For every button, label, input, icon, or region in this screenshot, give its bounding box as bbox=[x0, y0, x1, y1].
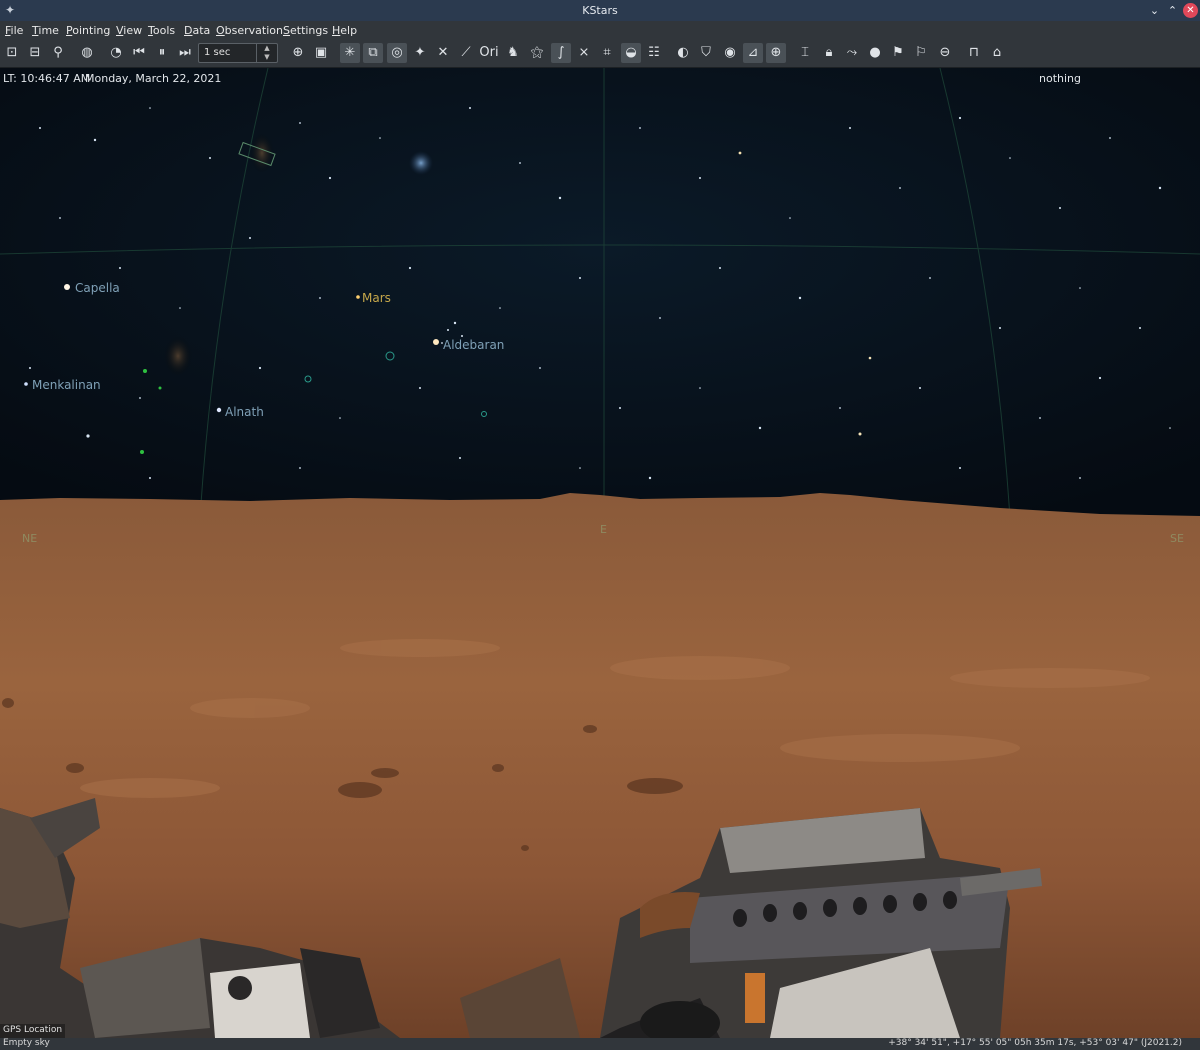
horizon-icon[interactable]: ⌗ bbox=[597, 43, 617, 63]
minimize-icon[interactable]: ⌄ bbox=[1147, 3, 1162, 18]
flags-icon[interactable]: ◐ bbox=[673, 43, 693, 63]
zoom-in-icon[interactable]: ⊡ bbox=[2, 43, 22, 63]
circle-icon[interactable]: ● bbox=[865, 43, 885, 63]
alnath-star[interactable] bbox=[216, 407, 222, 413]
crosshair-icon[interactable]: ⊕ bbox=[766, 43, 786, 63]
label-aldebaran[interactable]: Aldebaran bbox=[443, 338, 504, 352]
menu-pointing[interactable]: Pointing bbox=[66, 24, 110, 37]
pause-icon[interactable]: ⏸ bbox=[152, 43, 172, 63]
menu-time[interactable]: Time bbox=[32, 24, 59, 37]
sky-background bbox=[0, 68, 1200, 518]
mars-planet[interactable] bbox=[356, 295, 360, 299]
label-mars[interactable]: Mars bbox=[362, 291, 391, 305]
time-step-value: 1 sec bbox=[204, 47, 231, 58]
window-title: KStars bbox=[582, 4, 618, 17]
globe-icon[interactable]: ◍ bbox=[77, 43, 97, 63]
equatorial-grid-icon[interactable]: ⚝ bbox=[527, 43, 547, 63]
supernovae-icon[interactable]: ☷ bbox=[644, 43, 664, 63]
scope-mount-icon[interactable]: ⊓ bbox=[964, 43, 984, 63]
constellation-toggle-icon[interactable]: ◎ bbox=[387, 43, 407, 63]
solar-system-icon[interactable]: ✦ bbox=[410, 43, 430, 63]
find-object-icon[interactable]: ⚲ bbox=[48, 43, 68, 63]
status-bar: Empty sky +38° 34' 51", +17° 55' 05" 05h… bbox=[0, 1038, 1200, 1050]
flag-alt-icon[interactable]: ⚐ bbox=[911, 43, 931, 63]
time-step-spinbox[interactable]: 1 sec ▲ ▼ bbox=[198, 43, 278, 63]
label-alnath[interactable]: Alnath bbox=[225, 405, 264, 419]
stars-toggle-icon[interactable]: ✳ bbox=[340, 43, 360, 63]
telescope-icon[interactable]: ⌶ bbox=[795, 43, 815, 63]
focus-object: nothing bbox=[1039, 72, 1081, 85]
zoom-out-icon[interactable]: ⊟ bbox=[25, 43, 45, 63]
status-coordinates: +38° 34' 51", +17° 55' 05" 05h 35m 17s, … bbox=[888, 1038, 1182, 1048]
menu-observation[interactable]: Observation bbox=[216, 24, 283, 37]
deep-sky-toggle-icon[interactable]: ⧉ bbox=[363, 43, 383, 63]
compass-e: E bbox=[600, 523, 607, 536]
image-icon[interactable]: ▣ bbox=[311, 43, 331, 63]
spinbox-arrows-icon[interactable]: ▲ ▼ bbox=[256, 44, 277, 62]
step-back-icon[interactable]: ⏮ bbox=[129, 43, 149, 63]
menu-bar: File Time Pointing View Tools Data Obser… bbox=[0, 21, 1200, 39]
sky-map[interactable]: LT: 10:46:47 AM Monday, March 22, 2021 n… bbox=[0, 68, 1200, 1038]
main-toolbar: ⊡ ⊟ ⚲ ◍ ◔ ⏮ ⏸ ⏭ ⊕ ▣ ✳ ⧉ ◎ ✦ ✕ ⟋ Ori ♞ ⚝ … bbox=[0, 39, 1200, 68]
aldebaran-star[interactable] bbox=[433, 339, 439, 345]
sky-canvas[interactable] bbox=[0, 68, 1200, 1038]
menu-view[interactable]: View bbox=[116, 24, 142, 37]
lock-icon[interactable]: 🔒︎ bbox=[819, 43, 839, 63]
local-time: LT: 10:46:47 AM bbox=[3, 72, 91, 85]
current-date: Monday, March 22, 2021 bbox=[85, 72, 222, 85]
label-capella[interactable]: Capella bbox=[75, 281, 120, 295]
clock-icon[interactable]: ◔ bbox=[106, 43, 126, 63]
constellation-names-icon[interactable]: Ori bbox=[479, 43, 499, 63]
ground-icon[interactable]: ◒ bbox=[621, 43, 641, 63]
capella-star[interactable] bbox=[64, 284, 70, 290]
center-track-icon[interactable]: ⊕ bbox=[288, 43, 308, 63]
pleiades-cluster bbox=[409, 151, 433, 175]
menu-file[interactable]: File bbox=[5, 24, 23, 37]
nebula-patch-2 bbox=[164, 336, 192, 376]
menu-tools[interactable]: Tools bbox=[148, 24, 175, 37]
projection-icon[interactable]: ⤳ bbox=[842, 43, 862, 63]
flag-icon[interactable]: ⚑ bbox=[888, 43, 908, 63]
constellation-lines-icon[interactable]: ⟋ bbox=[456, 43, 476, 63]
compass-se: SE bbox=[1170, 532, 1184, 545]
close-icon[interactable]: ✕ bbox=[1183, 3, 1198, 18]
fov-symbols-icon[interactable]: ⊿ bbox=[743, 43, 763, 63]
satellites-icon[interactable]: ✕ bbox=[433, 43, 453, 63]
ban-icon[interactable]: ⊖ bbox=[935, 43, 955, 63]
horizontal-grid-icon[interactable]: ∫ bbox=[551, 43, 571, 63]
menu-data[interactable]: Data bbox=[184, 24, 210, 37]
title-bar: ✦ KStars ⌄ ⌃ ✕ bbox=[0, 0, 1200, 21]
hips-icon[interactable]: ⛉ bbox=[696, 43, 716, 63]
menu-settings[interactable]: Settings bbox=[283, 24, 328, 37]
label-menkalinan[interactable]: Menkalinan bbox=[32, 378, 101, 392]
maximize-icon[interactable]: ⌃ bbox=[1165, 3, 1180, 18]
ecliptic-icon[interactable]: ⨯ bbox=[574, 43, 594, 63]
step-forward-icon[interactable]: ⏭ bbox=[175, 43, 195, 63]
menkalinan-star[interactable] bbox=[24, 382, 28, 386]
scope-dome-icon[interactable]: ⌂ bbox=[987, 43, 1007, 63]
compass-ne: NE bbox=[22, 532, 38, 545]
status-object: Empty sky bbox=[3, 1038, 50, 1048]
milky-way-icon[interactable]: ♞ bbox=[503, 43, 523, 63]
observation-list-icon[interactable]: ◉ bbox=[720, 43, 740, 63]
menu-help[interactable]: Help bbox=[332, 24, 357, 37]
